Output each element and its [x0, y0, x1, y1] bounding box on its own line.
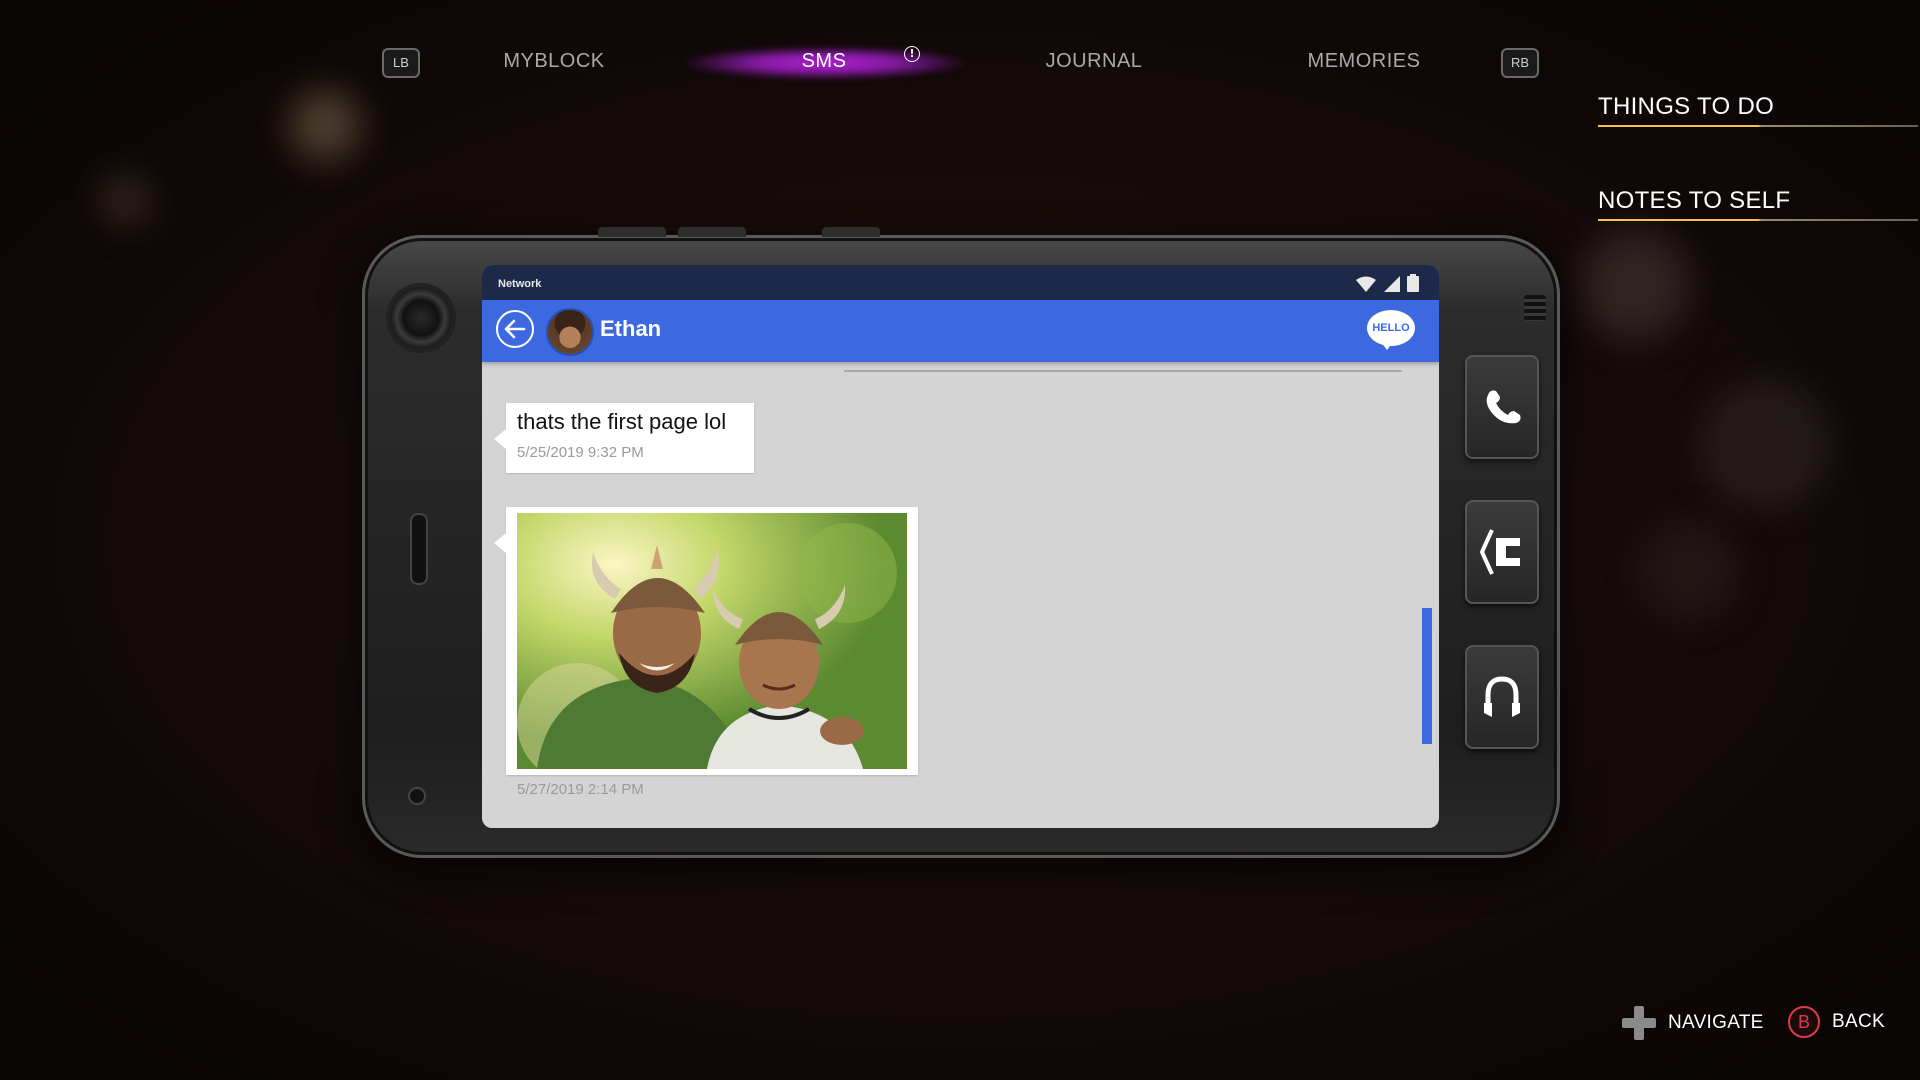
tab-sms[interactable]: SMS [724, 44, 924, 78]
photo-illustration [517, 513, 907, 769]
phone-sensor [408, 787, 426, 805]
navigate-prompt: NAVIGATE [1622, 1006, 1764, 1040]
image-message-bubble[interactable] [494, 507, 918, 775]
top-nav: LB MYBLOCK SMS ! JOURNAL MEMORIES RB [0, 38, 1920, 80]
headphones-icon [1484, 676, 1520, 717]
back-prompt[interactable]: B BACK [1788, 1006, 1885, 1038]
message-timestamp: 5/27/2019 2:14 PM [517, 781, 644, 798]
phone-speaker [410, 513, 428, 585]
navigate-label: NAVIGATE [1668, 1012, 1764, 1033]
status-bar: Network [482, 265, 1439, 300]
rb-button[interactable]: RB [1501, 48, 1539, 78]
side-item-label: NOTES TO SELF [1598, 187, 1791, 214]
back-arrow-button[interactable] [496, 310, 534, 348]
camera-button[interactable] [1465, 500, 1539, 604]
tab-memories[interactable]: MEMORIES [1264, 44, 1464, 78]
message-bubble[interactable]: thats the first page lol 5/25/2019 9:32 … [494, 403, 754, 473]
contact-name: Ethan [600, 316, 662, 341]
side-item-notes-to-self[interactable]: NOTES TO SELF [1598, 187, 1918, 221]
hello-badge-tail [1381, 342, 1393, 350]
contact-avatar [546, 308, 594, 356]
message-text: thats the first page lol [517, 409, 727, 434]
message-timestamp: 5/25/2019 9:32 PM [517, 444, 644, 461]
side-item-underline [1598, 125, 1918, 127]
phone-icon [1486, 390, 1521, 424]
tab-myblock[interactable]: MYBLOCK [454, 44, 654, 78]
alert-icon: ! [904, 46, 920, 62]
phone-top-button [822, 227, 880, 237]
dpad-icon [1622, 1006, 1656, 1040]
chat-header: Ethan HELLO [482, 300, 1439, 362]
side-item-things-to-do[interactable]: THINGS TO DO [1598, 93, 1918, 127]
selfie-camera-icon [1480, 529, 1520, 575]
phone-device: Network Ethan HELLO thats the first page… [362, 227, 1560, 858]
status-icons [1355, 274, 1419, 292]
call-button[interactable] [1465, 355, 1539, 459]
wifi-icon [1356, 276, 1376, 292]
tab-journal[interactable]: JOURNAL [994, 44, 1194, 78]
hello-badge-icon[interactable]: HELLO [1367, 310, 1415, 346]
battery-icon [1407, 274, 1419, 292]
b-button-icon: B [1788, 1006, 1820, 1038]
chat-scrollbar[interactable] [1422, 608, 1432, 744]
phone-grip [1524, 295, 1546, 321]
side-item-underline [1598, 219, 1918, 221]
back-label: BACK [1832, 1011, 1885, 1032]
phone-top-button [678, 227, 746, 237]
message-photo[interactable] [517, 513, 907, 769]
network-label: Network [498, 278, 542, 290]
signal-icon [1384, 276, 1400, 292]
side-item-label: THINGS TO DO [1598, 93, 1775, 120]
camera-lens [390, 287, 452, 349]
chat-divider [844, 370, 1402, 372]
phone-screen: Network Ethan HELLO thats the first page… [482, 265, 1439, 828]
arrow-left-icon [504, 319, 526, 339]
lb-button[interactable]: LB [382, 48, 420, 78]
headphones-button[interactable] [1465, 645, 1539, 749]
phone-top-button [598, 227, 666, 237]
